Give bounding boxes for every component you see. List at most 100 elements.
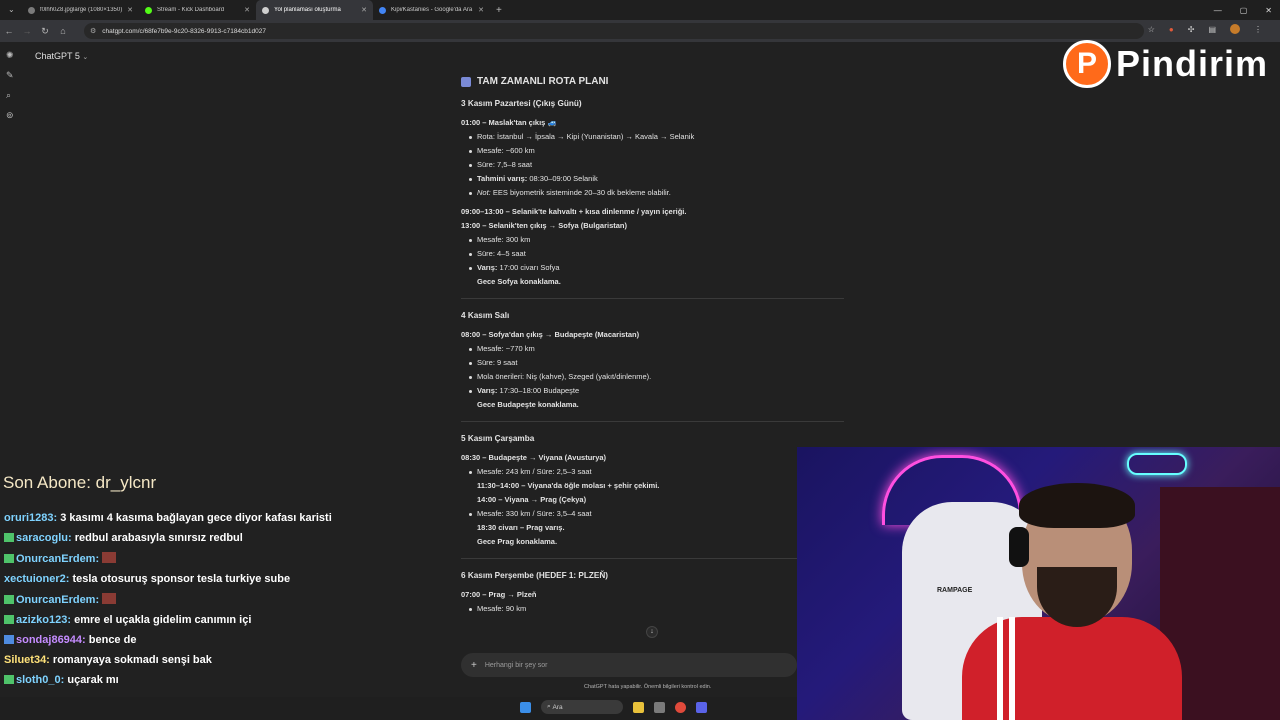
site-info-icon[interactable]: ⚙: [90, 27, 96, 35]
reload-icon[interactable]: ↻: [36, 26, 54, 37]
detail-list: Mesafe: 90 km: [461, 602, 846, 616]
streamer-shirt: [962, 617, 1182, 720]
headset-icon: [1009, 527, 1029, 567]
search-icon[interactable]: ⌕: [6, 90, 14, 101]
stream-chat: oruri1283: 3 kasımı 4 kasıma bağlayan ge…: [4, 512, 334, 694]
badge-icon: [4, 615, 14, 624]
close-icon[interactable]: ✕: [478, 6, 484, 14]
tab-bar: ⌄ f0lhh0Z8.jpglarge (1080×1350) ✕ Stream…: [0, 0, 1280, 20]
list-item: Mola önerileri: Niş (kahve), Szeged (yak…: [469, 370, 846, 384]
list-item: Mesafe: ~770 km: [469, 342, 846, 356]
prompt-placeholder: Herhangi bir şey sor: [484, 661, 548, 669]
globe-icon: [28, 6, 35, 14]
app-icon[interactable]: [654, 701, 665, 713]
badge-icon: [4, 675, 14, 684]
chat-user: saracoglu:: [16, 532, 72, 544]
chatgpt-icon: [262, 6, 269, 14]
prompt-input[interactable]: + Herhangi bir şey sor: [461, 653, 797, 677]
chevron-down-icon: ⌄: [82, 54, 89, 61]
arrival-value: 17:30–18:00 Budapeşte: [497, 386, 580, 395]
chat-message: oruri1283: 3 kasımı 4 kasıma bağlayan ge…: [4, 512, 334, 525]
close-window-icon[interactable]: ✕: [1265, 6, 1272, 15]
chat-user: OnurcanErdem:: [16, 553, 100, 565]
car-icon: 🚙: [547, 118, 557, 127]
neon-sign: [1127, 453, 1187, 475]
close-icon[interactable]: ✕: [244, 6, 250, 14]
chat-user: azizko123:: [16, 614, 72, 626]
chat-text: tesla otosuruş sponsor tesla turkiye sub…: [69, 573, 291, 585]
close-icon[interactable]: ✕: [127, 6, 133, 14]
list-item: Not: EES biyometrik sisteminde 20–30 dk …: [469, 186, 846, 200]
taskbar-icons: ⌕ Ara: [520, 700, 707, 714]
window-controls: — ▢ ✕: [1214, 0, 1272, 20]
detail-list: Mesafe: 300 km Süre: 4–5 saat Varış: 17:…: [461, 233, 846, 275]
discord-icon[interactable]: [696, 701, 707, 713]
chat-message: OnurcanErdem:: [4, 593, 334, 607]
tab-kick[interactable]: Stream - Kick Dashboard ✕: [139, 0, 256, 20]
file-explorer-icon[interactable]: [633, 701, 644, 713]
note-label: Not:: [477, 188, 491, 197]
model-selector[interactable]: ChatGPT 5 ⌄: [35, 51, 88, 61]
maximize-icon[interactable]: ▢: [1240, 6, 1248, 15]
segment-title: 08:30 – Budapeşte → Viyana (Avusturya): [461, 453, 607, 462]
segment-title: 07:00 – Prag → Plzeň: [461, 590, 537, 599]
chat-message: xectuioner2: tesla otosuruş sponsor tesl…: [4, 573, 334, 586]
sidepanel-icon[interactable]: ▤: [1208, 25, 1216, 34]
profile-avatar[interactable]: [1230, 24, 1240, 34]
segment-title: 13:00 – Selanik'ten çıkış → Sofya (Bulga…: [461, 221, 628, 230]
chat-message: OnurcanErdem:: [4, 552, 334, 566]
shirt-stripe: [997, 617, 1003, 720]
forward-icon[interactable]: →: [18, 26, 36, 36]
chat-text: uçarak mı: [64, 674, 119, 686]
new-tab-button[interactable]: +: [496, 5, 502, 16]
chat-text: bence de: [85, 634, 137, 646]
back-icon[interactable]: ←: [0, 26, 18, 36]
plan-heading: TAM ZAMANLI ROTA PLANI: [461, 75, 846, 89]
menu-icon[interactable]: ⋮: [1254, 25, 1262, 34]
chrome-icon[interactable]: [675, 701, 686, 713]
day-title: 4 Kasım Salı: [461, 311, 510, 320]
tab-google[interactable]: Kipi/Kastanies - Google'da Ara ✕: [373, 0, 490, 20]
webcam-feed: RAMPAGE: [797, 447, 1280, 720]
stay-note: Gece Budapeşte konaklama.: [477, 400, 579, 409]
assistant-message: TAM ZAMANLI ROTA PLANI 3 Kasım Pazartesi…: [461, 45, 846, 616]
stay-note: Gece Sofya konaklama.: [477, 277, 561, 286]
plan-heading-text: TAM ZAMANLI ROTA PLANI: [477, 76, 609, 87]
bookmark-star-icon[interactable]: ☆: [1148, 25, 1155, 34]
sub-item: 11:30–14:00 – Viyana'da öğle molası + şe…: [477, 481, 660, 490]
segment-title: 01:00 – Maslak'tan çıkış 🚙: [461, 116, 846, 130]
kick-icon: [145, 6, 152, 14]
sub-item: 14:00 – Viyana → Prag (Çekya): [477, 495, 587, 504]
scroll-down-button[interactable]: ↓: [646, 626, 658, 638]
tab-search-icon[interactable]: ⌄: [8, 5, 15, 14]
sub-item: 18:30 civarı – Prag varış.: [477, 523, 565, 532]
chat-text: redbul arabasıyla sınırsız redbul: [71, 532, 243, 544]
library-icon[interactable]: ⊚: [6, 110, 14, 121]
close-icon[interactable]: ✕: [361, 6, 367, 14]
windows-start-icon[interactable]: [520, 701, 531, 713]
divider: [461, 298, 844, 299]
chat-message: azizko123: emre el uçakla gidelim canımı…: [4, 614, 334, 627]
brand-logo: P Pindirim: [1063, 40, 1268, 88]
list-item: Mesafe: 300 km: [469, 233, 846, 247]
minimize-icon[interactable]: —: [1214, 6, 1222, 15]
chat-user: oruri1283:: [4, 512, 58, 524]
puzzle-icon[interactable]: ✣: [1188, 25, 1195, 34]
list-item: Rota: İstanbul → İpsala → Kipi (Yunanist…: [469, 130, 846, 144]
detail-list: Rota: İstanbul → İpsala → Kipi (Yunanist…: [461, 130, 846, 200]
home-icon[interactable]: ⌂: [54, 26, 72, 36]
extension-icon[interactable]: ●: [1169, 25, 1174, 34]
plus-icon[interactable]: +: [471, 660, 477, 671]
chat-user: Siluet34:: [4, 654, 50, 666]
new-chat-icon[interactable]: ✎: [6, 70, 14, 81]
list-item: Mesafe: 90 km: [469, 602, 846, 616]
url-field[interactable]: ⚙ chatgpt.com/c/68fe7b9e-9c20-8326-9913-…: [84, 23, 1144, 39]
emote-icon: [102, 552, 117, 563]
openai-logo-icon[interactable]: ✺: [6, 50, 14, 61]
tab-image[interactable]: f0lhh0Z8.jpglarge (1080×1350) ✕: [22, 0, 139, 20]
badge-icon: [4, 554, 14, 563]
segment-title: 08:00 – Sofya'dan çıkış → Budapeşte (Mac…: [461, 330, 640, 339]
taskbar-search[interactable]: ⌕ Ara: [541, 700, 623, 714]
list-item: Süre: 7,5–8 saat: [469, 158, 846, 172]
tab-chatgpt[interactable]: Yol planlaması oluşturma ✕: [256, 0, 373, 20]
